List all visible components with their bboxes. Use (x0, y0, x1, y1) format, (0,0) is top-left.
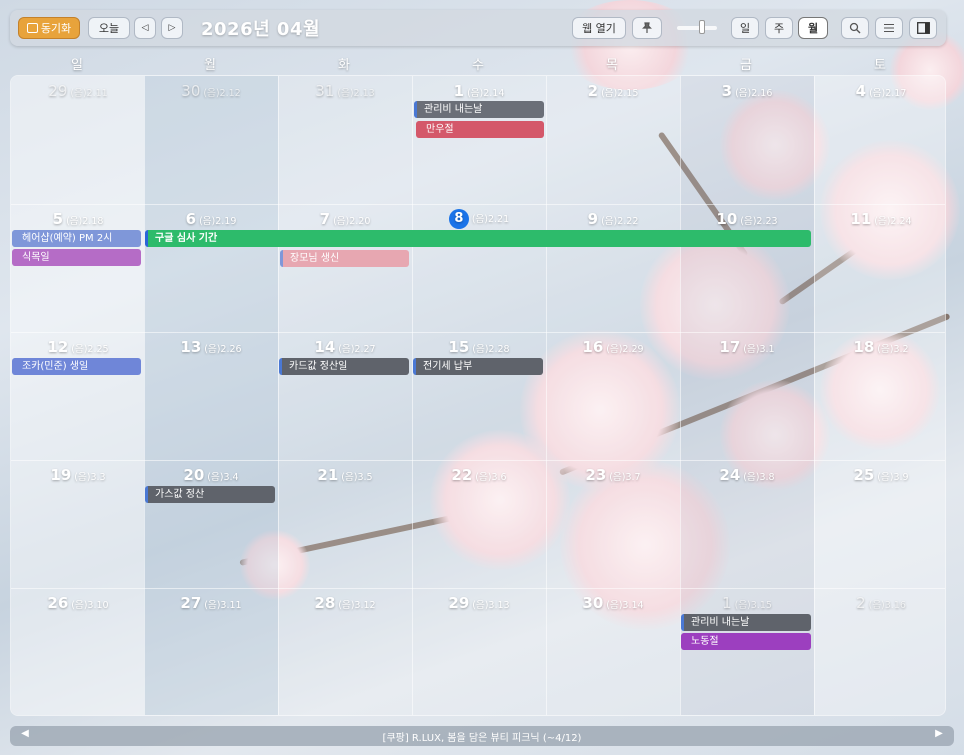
day-cell-header[interactable]: 28 (음)3.12 (278, 593, 412, 612)
event-chip[interactable]: 전기세 납부 (413, 358, 543, 375)
day-cell-header[interactable]: 14 (음)2.27 (278, 337, 412, 356)
event-chip[interactable]: 노동절 (681, 633, 811, 650)
day-cell-header[interactable]: 13 (음)2.26 (144, 337, 278, 356)
zoom-slider-thumb[interactable] (699, 20, 705, 34)
day-cell-header[interactable]: 5 (음)2.18 (11, 209, 145, 228)
list-icon (884, 24, 894, 32)
search-icon (849, 22, 861, 34)
list-button[interactable] (875, 17, 903, 39)
day-cell-header[interactable]: 30 (음)3.14 (546, 593, 680, 612)
weekday-thu: 목 (606, 58, 618, 73)
event-chip[interactable]: 장모님 생신 (280, 250, 409, 267)
view-day-button[interactable]: 일 (731, 17, 759, 39)
day-cell-header[interactable]: 31 (음)2.13 (278, 81, 412, 100)
day-cell-header[interactable]: 22 (음)3.6 (412, 465, 546, 484)
weekday-sun: 일 (71, 58, 83, 73)
day-cell-header[interactable]: 23 (음)3.7 (546, 465, 680, 484)
weekday-mon: 월 (204, 58, 216, 73)
day-cell-header[interactable]: 10 (음)2.23 (680, 209, 814, 228)
day-cell-header[interactable]: 11 (음)2.24 (814, 209, 945, 228)
event-chip[interactable]: 식목일 (12, 249, 141, 266)
pin-button[interactable] (632, 17, 662, 39)
event-chip[interactable]: 가스값 정산 (145, 486, 275, 503)
prev-month-button[interactable]: ◁ (134, 17, 156, 39)
weekday-tue: 화 (338, 58, 350, 73)
day-cell-header[interactable]: 25 (음)3.9 (814, 465, 945, 484)
day-cell-header[interactable]: 4 (음)2.17 (814, 81, 945, 100)
weekday-sat: 토 (874, 58, 886, 73)
chevron-right-icon: ▷ (168, 23, 176, 33)
day-cell-header[interactable]: 1 (음)3.15 (680, 593, 814, 612)
month-title: 2026년 04월 (201, 19, 321, 40)
day-cell-header[interactable]: 6 (음)2.19 (144, 209, 278, 228)
sync-label: 동기화 (40, 22, 72, 35)
day-cell-header[interactable]: 12 (음)2.25 (11, 337, 145, 356)
weekday-wed: 수 (472, 58, 484, 73)
panel-toggle-button[interactable] (909, 17, 937, 39)
day-cell-header[interactable]: 15 (음)2.28 (412, 337, 546, 356)
day-cell-header[interactable]: 27 (음)3.11 (144, 593, 278, 612)
day-cell-header[interactable]: 17 (음)3.1 (680, 337, 814, 356)
zoom-slider[interactable] (677, 26, 717, 30)
day-cell-header[interactable]: 29 (음)3.13 (412, 593, 546, 612)
next-month-button[interactable]: ▷ (161, 17, 183, 39)
panel-icon (916, 22, 930, 34)
event-chip[interactable]: 조카(민준) 생일 (12, 358, 141, 375)
event-chip[interactable]: 만우절 (416, 121, 544, 138)
view-month-button[interactable]: 월 (798, 17, 828, 39)
today-button[interactable]: 오늘 (88, 17, 130, 39)
day-cell-header[interactable]: 7 (음)2.20 (278, 209, 412, 228)
day-cell-header[interactable]: 29 (음)2.11 (11, 81, 145, 100)
day-cell-header[interactable]: 9 (음)2.22 (546, 209, 680, 228)
event-chip-multiday[interactable]: 구글 심사 기간 (145, 230, 811, 247)
day-cell-header-today[interactable]: 8 (음)2.21 (412, 207, 546, 229)
day-cell-header[interactable]: 21 (음)3.5 (278, 465, 412, 484)
today-marker: 8 (448, 209, 469, 229)
view-week-button[interactable]: 주 (765, 17, 793, 39)
day-cell-header[interactable]: 30 (음)2.12 (144, 81, 278, 100)
ticker-text[interactable]: [쿠팡] R.LUX, 봄을 담은 뷰티 피크닉 (~4/12) (10, 729, 954, 744)
day-cell-header[interactable]: 24 (음)3.8 (680, 465, 814, 484)
event-chip[interactable]: 헤어샵(예약) PM 2시 (12, 230, 141, 247)
event-chip[interactable]: 관리비 내는날 (414, 101, 544, 118)
event-chip[interactable]: 카드값 정산일 (279, 358, 409, 375)
event-chip[interactable]: 관리비 내는날 (681, 614, 811, 631)
day-cell-header[interactable]: 1 (음)2.14 (412, 81, 546, 100)
toolbar: 동기화 오늘 ◁ ▷ 2026년 04월 웹 열기 일 주 월 (10, 10, 946, 46)
chevron-left-icon: ◁ (141, 23, 149, 33)
day-cell-header[interactable]: 2 (음)3.16 (814, 593, 945, 612)
search-button[interactable] (841, 17, 869, 39)
sync-button[interactable]: 동기화 (18, 17, 80, 39)
day-cell-header[interactable]: 26 (음)3.10 (11, 593, 145, 612)
sync-icon (26, 23, 38, 33)
day-cell-header[interactable]: 3 (음)2.16 (680, 81, 814, 100)
month-grid[interactable]: 29 (음)2.11 30 (음)2.12 31 (음)2.13 1 (음)2.14 2… (10, 75, 946, 716)
day-cell-header[interactable]: 2 (음)2.15 (546, 81, 680, 100)
web-open-button[interactable]: 웹 열기 (572, 17, 626, 39)
day-cell-header[interactable]: 18 (음)3.2 (814, 337, 945, 356)
day-cell-header[interactable]: 20 (음)3.4 (144, 465, 278, 484)
weekday-fri: 금 (740, 58, 752, 73)
ticker-next-icon[interactable]: ▶ (932, 728, 946, 739)
day-cell-header[interactable]: 16 (음)2.29 (546, 337, 680, 356)
pin-icon (642, 22, 652, 33)
day-cell-header[interactable]: 19 (음)3.3 (11, 465, 145, 484)
promo-ticker[interactable]: ◀ [쿠팡] R.LUX, 봄을 담은 뷰티 피크닉 (~4/12) ▶ (10, 726, 954, 746)
